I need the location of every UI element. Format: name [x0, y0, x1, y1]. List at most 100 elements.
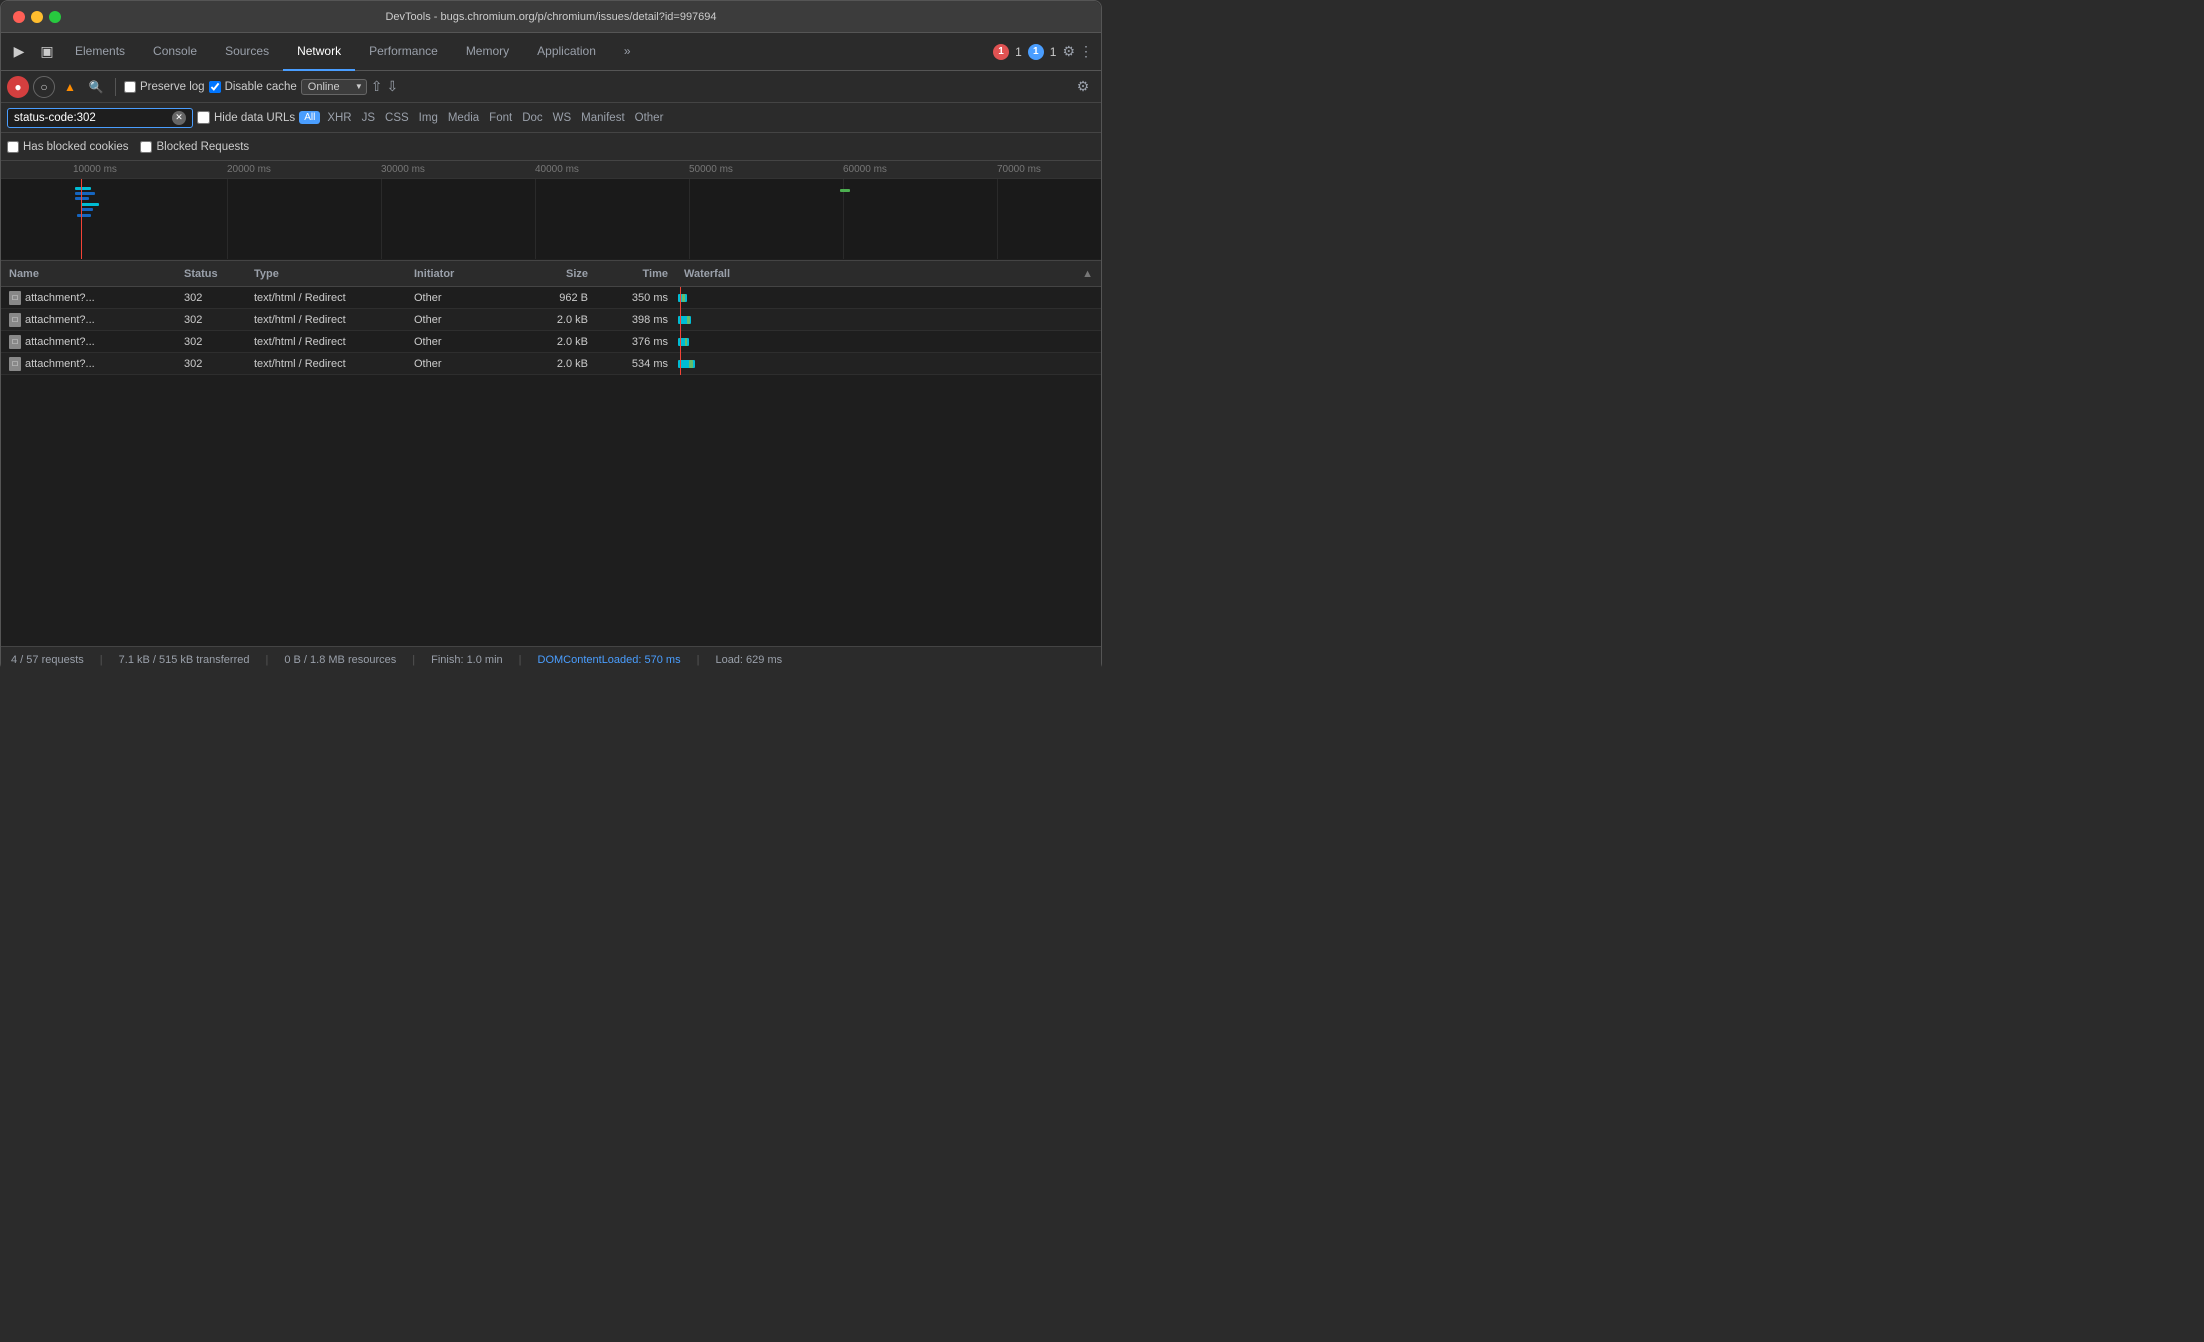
minimize-button[interactable]: [31, 11, 43, 23]
tabs-right: 1 1 1 1 ⚙ ⋮: [993, 43, 1097, 60]
filter-icon[interactable]: ▲: [59, 76, 81, 98]
cell-name-2: □ attachment?...: [1, 313, 176, 327]
cell-type-4: text/html / Redirect: [246, 358, 406, 370]
settings-icon[interactable]: ⚙: [1062, 43, 1075, 60]
preserve-log-label[interactable]: Preserve log: [124, 81, 205, 93]
blocked-requests-label[interactable]: Blocked Requests: [140, 141, 249, 153]
tab-elements[interactable]: Elements: [61, 33, 139, 71]
cell-size-2: 2.0 kB: [516, 314, 596, 326]
filter-xhr[interactable]: XHR: [324, 111, 354, 125]
close-button[interactable]: [13, 11, 25, 23]
time-label-70k: 70000 ms: [997, 164, 1041, 175]
col-header-waterfall[interactable]: Waterfall ▲: [676, 268, 1101, 280]
domcontentloaded-time: DOMContentLoaded: 570 ms: [538, 654, 681, 666]
traffic-lights: [1, 11, 61, 23]
cell-status-3: 302: [176, 336, 246, 348]
filter-ws[interactable]: WS: [550, 111, 575, 125]
col-header-time[interactable]: Time: [596, 268, 676, 280]
filter-doc[interactable]: Doc: [519, 111, 545, 125]
col-header-name[interactable]: Name: [1, 268, 176, 280]
wf-redline-1: [680, 287, 681, 309]
error-badge: 1: [993, 44, 1009, 60]
cell-name-4: □ attachment?...: [1, 357, 176, 371]
col-header-status[interactable]: Status: [176, 268, 246, 280]
more-options-icon[interactable]: ⋮: [1079, 43, 1093, 60]
record-button[interactable]: ●: [7, 76, 29, 98]
tab-network[interactable]: Network: [283, 33, 355, 71]
cell-size-4: 2.0 kB: [516, 358, 596, 370]
tab-application[interactable]: Application: [523, 33, 610, 71]
upload-icon[interactable]: ⇧: [371, 78, 383, 95]
tab-sources[interactable]: Sources: [211, 33, 283, 71]
hide-data-urls-label[interactable]: Hide data URLs: [197, 111, 295, 124]
cell-status-1: 302: [176, 292, 246, 304]
col-header-size[interactable]: Size: [516, 268, 596, 280]
mini-bar-row1: [75, 187, 91, 190]
waterfall-redline: [81, 179, 82, 259]
stop-button[interactable]: ○: [33, 76, 55, 98]
cell-time-2: 398 ms: [596, 314, 676, 326]
info-badge: 1: [1028, 44, 1044, 60]
filter-all-button[interactable]: All: [299, 111, 320, 124]
filter-input-wrapper: ✕: [7, 108, 193, 128]
search-icon[interactable]: 🔍: [85, 76, 107, 98]
device-icon[interactable]: ▣: [33, 38, 61, 66]
tab-performance[interactable]: Performance: [355, 33, 452, 71]
doc-icon: □: [9, 335, 21, 349]
throttle-select[interactable]: Online Fast 3G Slow 3G Offline: [301, 79, 367, 95]
cell-time-1: 350 ms: [596, 292, 676, 304]
clear-filter-button[interactable]: ✕: [172, 111, 186, 125]
download-icon[interactable]: ⇩: [387, 78, 399, 95]
table-row[interactable]: □ attachment?... 302 text/html / Redirec…: [1, 287, 1101, 309]
cell-initiator-2: Other: [406, 314, 516, 326]
filter-font[interactable]: Font: [486, 111, 515, 125]
requests-count: 4 / 57 requests: [11, 654, 84, 666]
filter-other[interactable]: Other: [632, 111, 667, 125]
disable-cache-checkbox[interactable]: [209, 81, 221, 93]
col-header-initiator[interactable]: Initiator: [406, 268, 516, 280]
maximize-button[interactable]: [49, 11, 61, 23]
tab-memory[interactable]: Memory: [452, 33, 523, 71]
cell-waterfall-3: [676, 331, 1101, 353]
cell-type-2: text/html / Redirect: [246, 314, 406, 326]
cell-status-2: 302: [176, 314, 246, 326]
filter-media[interactable]: Media: [445, 111, 482, 125]
hide-data-urls-checkbox[interactable]: [197, 111, 210, 124]
cell-size-3: 2.0 kB: [516, 336, 596, 348]
blocked-cookies-checkbox[interactable]: [7, 141, 19, 153]
tab-console[interactable]: Console: [139, 33, 211, 71]
window-title: DevTools - bugs.chromium.org/p/chromium/…: [385, 11, 716, 23]
mini-bar-row1b: [75, 192, 95, 195]
table-row[interactable]: □ attachment?... 302 text/html / Redirec…: [1, 353, 1101, 375]
waterfall-bar-3b: [685, 338, 688, 346]
blocked-cookies-label[interactable]: Has blocked cookies: [7, 141, 128, 153]
cell-time-3: 376 ms: [596, 336, 676, 348]
cell-waterfall-1: [676, 287, 1101, 309]
tab-more[interactable]: »: [610, 33, 645, 71]
separator: [115, 78, 116, 96]
filter-js[interactable]: JS: [359, 111, 378, 125]
network-settings-icon[interactable]: ⚙: [1071, 75, 1095, 99]
cell-waterfall-4: [676, 353, 1101, 375]
filter-manifest[interactable]: Manifest: [578, 111, 627, 125]
resources-size: 0 B / 1.8 MB resources: [284, 654, 396, 666]
blocked-requests-checkbox[interactable]: [140, 141, 152, 153]
empty-table-area: [1, 375, 1101, 555]
col-header-type[interactable]: Type: [246, 268, 406, 280]
cursor-icon[interactable]: ▶: [5, 38, 33, 66]
wf-redline-3: [680, 331, 681, 353]
disable-cache-label[interactable]: Disable cache: [209, 81, 297, 93]
table-header: Name Status Type Initiator Size Time Wat…: [1, 261, 1101, 287]
cell-type-3: text/html / Redirect: [246, 336, 406, 348]
doc-icon: □: [9, 357, 21, 371]
filter-img[interactable]: Img: [416, 111, 441, 125]
time-label-30k: 30000 ms: [381, 164, 425, 175]
table-row[interactable]: □ attachment?... 302 text/html / Redirec…: [1, 331, 1101, 353]
filter-input[interactable]: [14, 112, 168, 124]
cell-initiator-1: Other: [406, 292, 516, 304]
table-row[interactable]: □ attachment?... 302 text/html / Redirec…: [1, 309, 1101, 331]
filter-css[interactable]: CSS: [382, 111, 412, 125]
time-label-50k: 50000 ms: [689, 164, 733, 175]
preserve-log-checkbox[interactable]: [124, 81, 136, 93]
waterfall-bar-2b: [687, 316, 690, 324]
